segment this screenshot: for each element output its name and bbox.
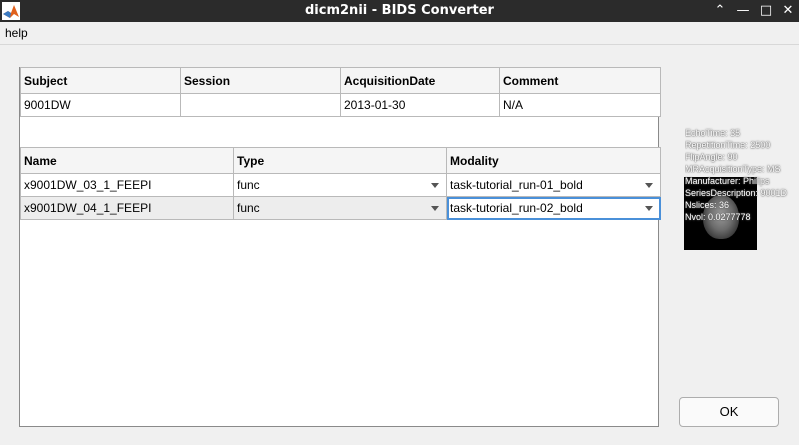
- metadata-nvol: Nvol: 0.0277778: [685, 212, 751, 222]
- column-header-session[interactable]: Session: [180, 67, 341, 94]
- subject-table-header: Subject Session AcquisitionDate Comment: [20, 67, 661, 94]
- modality-dropdown[interactable]: task-tutorial_run-02_bold: [446, 196, 661, 220]
- modality-value: task-tutorial_run-02_bold: [450, 201, 583, 215]
- title-bar: dicm2nii - BIDS Converter ⌃ — □ ✕: [0, 0, 799, 22]
- dropdown-arrow-icon[interactable]: [645, 183, 653, 188]
- metadata-echo-time: EchoTime: 35: [685, 128, 741, 138]
- column-header-acquisition-date[interactable]: AcquisitionDate: [340, 67, 500, 94]
- menu-help[interactable]: help: [5, 22, 28, 45]
- metadata-repetition-time: RepetitionTime: 2500: [685, 140, 771, 150]
- column-header-subject[interactable]: Subject: [20, 67, 181, 94]
- comment-cell[interactable]: N/A: [499, 93, 661, 117]
- maximize-chevron-icon[interactable]: ⌃: [709, 0, 731, 22]
- ok-button[interactable]: OK: [679, 397, 779, 427]
- type-dropdown[interactable]: func: [233, 173, 447, 197]
- series-metadata: EchoTime: 35 RepetitionTime: 2500 FlipAn…: [685, 127, 799, 223]
- modality-dropdown[interactable]: task-tutorial_run-01_bold: [446, 173, 661, 197]
- metadata-acquisition-type: MRAcquisitionType: MS: [685, 164, 781, 174]
- type-value: func: [237, 201, 260, 215]
- dropdown-arrow-icon[interactable]: [431, 183, 439, 188]
- table-row-selected: x9001DW_04_1_FEEPI func task-tutorial_ru…: [20, 196, 661, 220]
- name-cell[interactable]: x9001DW_04_1_FEEPI: [20, 196, 234, 220]
- session-cell[interactable]: [180, 93, 341, 117]
- metadata-manufacturer: Manufacturer: Philips: [685, 176, 770, 186]
- restore-window-icon[interactable]: □: [755, 0, 777, 22]
- table-row: x9001DW_03_1_FEEPI func task-tutorial_ru…: [20, 173, 661, 197]
- type-dropdown[interactable]: func: [233, 196, 447, 220]
- table-row: 9001DW 2013-01-30 N/A: [20, 93, 661, 117]
- close-icon[interactable]: ✕: [777, 0, 799, 22]
- column-header-name[interactable]: Name: [20, 147, 234, 174]
- type-value: func: [237, 178, 260, 192]
- series-table: Name Type Modality x9001DW_03_1_FEEPI fu…: [20, 147, 661, 220]
- name-cell[interactable]: x9001DW_03_1_FEEPI: [20, 173, 234, 197]
- dropdown-arrow-icon[interactable]: [645, 206, 653, 211]
- series-table-header: Name Type Modality: [20, 147, 661, 174]
- metadata-series-description: SeriesDescription: 9001D: [685, 188, 788, 198]
- window-title: dicm2nii - BIDS Converter: [305, 3, 494, 18]
- minimize-icon[interactable]: —: [732, 0, 754, 22]
- column-header-type[interactable]: Type: [233, 147, 447, 174]
- menu-bar: help: [0, 22, 799, 45]
- column-header-comment[interactable]: Comment: [499, 67, 661, 94]
- metadata-nslices: Nslices: 36: [685, 200, 730, 210]
- column-header-modality[interactable]: Modality: [446, 147, 661, 174]
- subject-cell[interactable]: 9001DW: [20, 93, 181, 117]
- dropdown-arrow-icon[interactable]: [431, 206, 439, 211]
- tables-panel: Subject Session AcquisitionDate Comment …: [19, 67, 661, 427]
- acquisition-date-cell[interactable]: 2013-01-30: [340, 93, 500, 117]
- modality-value: task-tutorial_run-01_bold: [450, 178, 583, 192]
- metadata-flip-angle: FlipAngle: 90: [685, 152, 738, 162]
- subject-table: Subject Session AcquisitionDate Comment …: [20, 67, 661, 117]
